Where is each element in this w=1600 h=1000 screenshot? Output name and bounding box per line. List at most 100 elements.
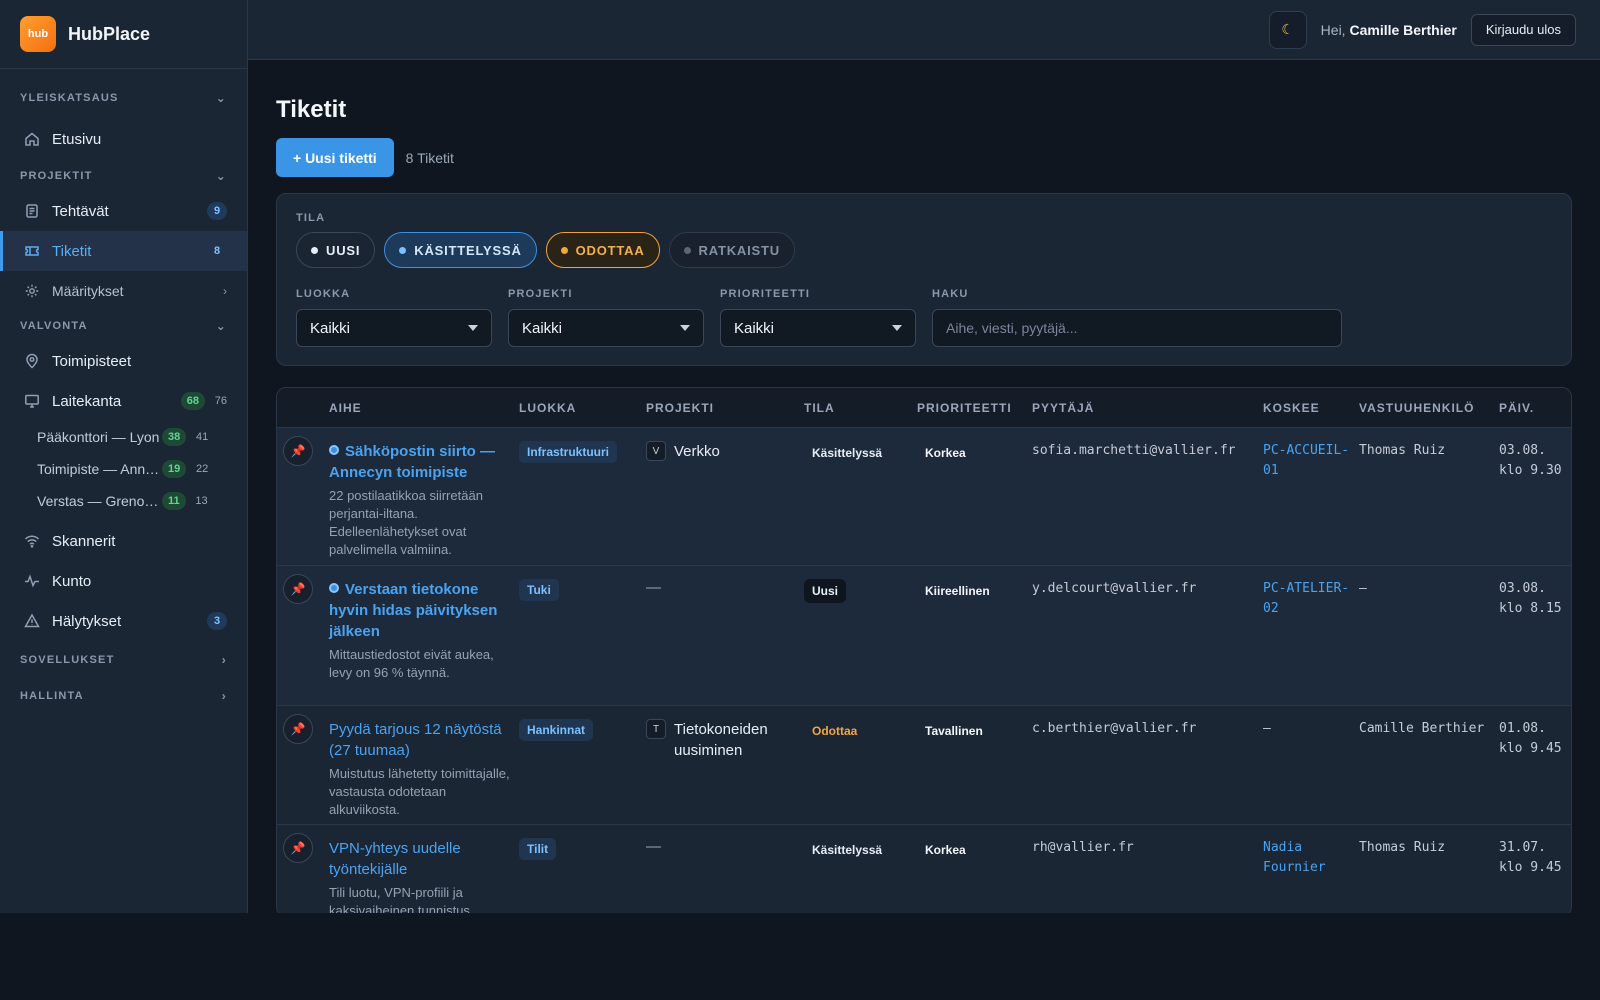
table-row[interactable]: 📌 VPN-yhteys uudelle työntekijälle Tili …: [277, 825, 1571, 916]
header-priority[interactable]: PRIORITEETTI: [917, 401, 1032, 415]
header-requester[interactable]: PYYTÄJÄ: [1032, 401, 1263, 415]
header-concerns[interactable]: KOSKEE: [1263, 401, 1359, 415]
header-date[interactable]: PÄIV.: [1499, 401, 1569, 415]
pin-icon[interactable]: 📌: [283, 714, 313, 744]
sidebar-item-health[interactable]: Kunto: [0, 561, 247, 601]
logout-button[interactable]: Kirjaudu ulos: [1470, 13, 1576, 46]
chip-label: RATKAISTU: [698, 242, 780, 258]
sidebar-item-scanners[interactable]: Skannerit: [0, 521, 247, 561]
ticket-subject-link[interactable]: Pyydä tarjous 12 näytöstä (27 tuumaa): [329, 719, 519, 761]
header-category[interactable]: LUOKKA: [519, 401, 646, 415]
search-input[interactable]: [932, 309, 1342, 347]
pin-icon[interactable]: 📌: [283, 436, 313, 466]
ticket-subject-link[interactable]: Verstaan tietokone hyvin hidas päivityks…: [329, 579, 519, 642]
subject-cell: Sähköpostin siirto — Annecyn toimipiste …: [329, 428, 519, 571]
topbar: ☾ Hei, Camille Berthier Kirjaudu ulos: [248, 0, 1600, 60]
status-badge: Uusi: [804, 579, 847, 603]
sidebar-item-home[interactable]: Etusivu: [0, 119, 247, 159]
section-monitoring[interactable]: VALVONTA ⌄: [0, 311, 247, 341]
requester-email: sofia.marchetti@vallier.fr: [1032, 443, 1236, 458]
site-total-count: 22: [196, 463, 209, 475]
site-online-badge: 11: [162, 492, 186, 510]
site-label: Toimipiste — Annecy: [37, 461, 162, 477]
ticket-subject-link[interactable]: VPN-yhteys uudelle työntekijälle: [329, 838, 519, 880]
sidebar-item-settings[interactable]: Määritykset ›: [0, 271, 247, 311]
sidebar-item-tickets[interactable]: Tiketit 8: [0, 231, 247, 271]
status-chip-resolved[interactable]: RATKAISTU: [668, 232, 795, 268]
section-projects[interactable]: PROJEKTIT ⌄: [0, 161, 247, 191]
category-cell: Tuki: [519, 566, 646, 601]
priority-select[interactable]: Kaikki: [720, 309, 916, 347]
brand[interactable]: hub HubPlace: [0, 0, 247, 69]
concerns-link[interactable]: PC-ATELIER-02: [1263, 566, 1359, 619]
caret-down-icon: [892, 325, 902, 331]
ticket-excerpt: 22 postilaatikkoa siirretään perjantai-i…: [329, 488, 483, 557]
table-row[interactable]: 📌 Sähköpostin siirto — Annecyn toimipist…: [277, 428, 1571, 566]
ticket-subject-link[interactable]: Sähköpostin siirto — Annecyn toimipiste: [329, 441, 519, 483]
table-row[interactable]: 📌 Verstaan tietokone hyvin hidas päivity…: [277, 566, 1571, 706]
priority-filter-label: PRIORITEETTI: [720, 288, 811, 300]
status-chip-in-progress[interactable]: KÄSITTELYSSÄ: [384, 232, 537, 268]
sidebar-subitem-site[interactable]: Toimipiste — Annecy 19 22: [0, 453, 247, 485]
concerns-link[interactable]: Nadia Fournier: [1263, 825, 1359, 878]
greeting-prefix: Hei,: [1320, 21, 1346, 38]
ticket-subject: Verstaan tietokone hyvin hidas päivityks…: [329, 581, 498, 640]
status-badge: Käsittelyssä: [812, 446, 883, 460]
category-filter-label: LUOKKA: [296, 288, 351, 300]
header-status[interactable]: TILA: [804, 401, 917, 415]
section-overview[interactable]: YLEISKATSAUS ⌄: [0, 83, 247, 113]
priority-filter: PRIORITEETTI Kaikki: [720, 288, 916, 347]
category-cell: Tilit: [519, 825, 646, 860]
table-row[interactable]: 📌 Pyydä tarjous 12 näytöstä (27 tuumaa) …: [277, 706, 1571, 825]
status-dot: [399, 246, 407, 254]
map-pin-icon: [24, 353, 40, 369]
sidebar: hub HubPlace YLEISKATSAUS ⌄ Etusivu PROJ…: [0, 0, 248, 913]
assignee: Camille Berthier: [1359, 721, 1485, 736]
project-cell: —: [646, 566, 804, 597]
sidebar-item-sites[interactable]: Toimipisteet: [0, 341, 247, 381]
category-filter: LUOKKA Kaikki: [296, 288, 492, 347]
section-apps[interactable]: SOVELLUKSET ›: [0, 645, 247, 675]
sidebar-nav: YLEISKATSAUS ⌄ Etusivu PROJEKTIT ⌄ Tehtä…: [0, 69, 247, 711]
sidebar-item-tasks[interactable]: Tehtävät 9: [0, 191, 247, 231]
project-filter: PROJEKTI Kaikki: [508, 288, 704, 347]
updated-date: 01.08. klo 9.45: [1499, 721, 1562, 756]
unread-dot-icon: [329, 583, 339, 593]
theme-toggle-button[interactable]: ☾: [1268, 10, 1307, 49]
concerns-link[interactable]: PC-ACCUEIL-01: [1263, 428, 1359, 481]
sidebar-item-devices[interactable]: Laitekanta 68 76: [0, 381, 247, 421]
pin-icon[interactable]: 📌: [283, 833, 313, 863]
pin-cell: 📌: [277, 706, 329, 744]
chevron-right-icon: ›: [223, 284, 227, 298]
header-assignee[interactable]: VASTUUHENKILÖ: [1359, 401, 1499, 415]
search-filter: HAKU: [932, 288, 1342, 347]
pin-icon[interactable]: 📌: [283, 574, 313, 604]
chevron-down-icon: ⌄: [215, 319, 227, 333]
task-list-icon: [24, 203, 40, 219]
header-project[interactable]: PROJEKTI: [646, 401, 804, 415]
hubplace-logo: hub: [20, 16, 56, 52]
status-chip-waiting[interactable]: ODOTTAA: [545, 232, 660, 268]
select-value: Kaikki: [522, 319, 563, 337]
project-name: —: [646, 579, 661, 596]
sidebar-subitem-site[interactable]: Pääkonttori — Lyon 38 41: [0, 421, 247, 453]
status-filter-label: TILA: [296, 212, 326, 224]
pin-cell: 📌: [277, 566, 329, 604]
filters-panel: TILA UUSI KÄSITTELYSSÄ ODOTTAA RATKAISTU…: [276, 193, 1572, 366]
project-filter-label: PROJEKTI: [508, 288, 573, 300]
unread-dot-icon: [329, 445, 339, 455]
section-projects-label: PROJEKTIT: [20, 170, 93, 182]
priority-badge: Kiireellinen: [925, 584, 990, 598]
status-chip-new[interactable]: UUSI: [296, 232, 376, 268]
chevron-down-icon: ⌄: [215, 169, 227, 183]
project-name: Verkko: [674, 443, 720, 460]
priority-badge: Korkea: [925, 446, 966, 460]
project-select[interactable]: Kaikki: [508, 309, 704, 347]
pin-cell: 📌: [277, 428, 329, 466]
header-subject[interactable]: AIHE: [329, 401, 519, 415]
sidebar-subitem-site[interactable]: Verstas — Grenoble 11 13: [0, 485, 247, 517]
sidebar-item-alerts[interactable]: Hälytykset 3: [0, 601, 247, 641]
new-ticket-button[interactable]: + Uusi tiketti: [276, 138, 394, 177]
section-admin[interactable]: HALLINTA ›: [0, 681, 247, 711]
category-select[interactable]: Kaikki: [296, 309, 492, 347]
